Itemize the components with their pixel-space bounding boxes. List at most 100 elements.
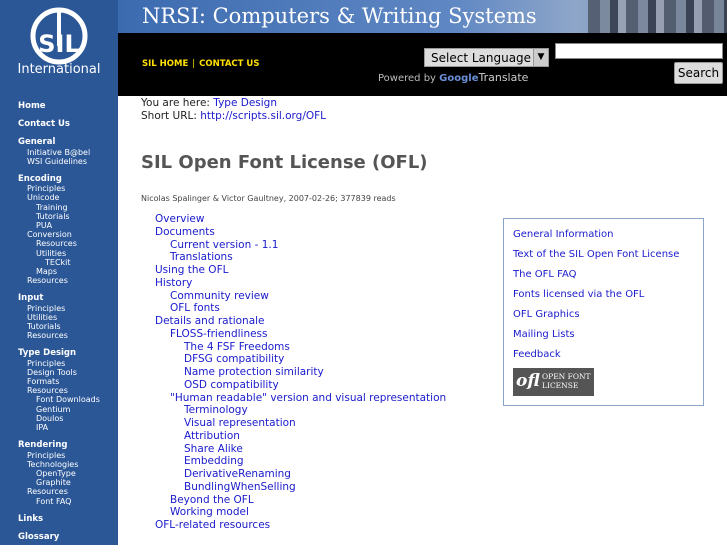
search-button[interactable]: Search xyxy=(674,62,723,84)
sidebar-item-formats[interactable]: Formats xyxy=(18,377,116,386)
language-select-value: Select Language xyxy=(431,51,532,65)
sil-home-link[interactable]: SIL HOME xyxy=(142,59,188,69)
sidebar-item-home[interactable]: Home xyxy=(18,101,116,111)
sidebar-item-unicode[interactable]: Unicode xyxy=(18,193,116,202)
toc-link[interactable]: Details and rationale xyxy=(155,315,446,328)
sidebar-item-opentype[interactable]: OpenType xyxy=(18,469,116,478)
search-input[interactable] xyxy=(555,43,723,59)
sidebar-item-principles[interactable]: Principles xyxy=(18,304,116,313)
ofl-badge[interactable]: ofl OPEN FONT LICENSE xyxy=(513,368,594,396)
logo-text: International xyxy=(17,62,101,77)
sidebar-item-encoding[interactable]: Encoding xyxy=(18,174,116,184)
sidebar-item-wsi-guidelines[interactable]: WSI Guidelines xyxy=(18,157,116,166)
sidebar-item-initiative-b-bel[interactable]: Initiative B@bel xyxy=(18,148,116,157)
toc-link[interactable]: Beyond the OFL xyxy=(155,494,446,507)
toc-link[interactable]: DerivativeRenaming xyxy=(155,468,446,481)
logo-letters: SIL xyxy=(38,30,80,58)
powered-by-google: Powered by GoogleTranslate xyxy=(378,71,528,84)
sidebar-item-pua[interactable]: PUA xyxy=(18,221,116,230)
sidebar-item-resources[interactable]: Resources xyxy=(18,331,116,340)
sidebar-item-resources[interactable]: Resources xyxy=(18,386,116,395)
toc-link[interactable]: Working model xyxy=(155,506,446,519)
sidebar-item-principles[interactable]: Principles xyxy=(18,359,116,368)
sidebar-item-training[interactable]: Training xyxy=(18,203,116,212)
toc-link[interactable]: Share Alike xyxy=(155,443,446,456)
breadcrumb: You are here: Type Design Short URL: htt… xyxy=(141,97,326,123)
rightbox-link[interactable]: Mailing Lists xyxy=(513,329,575,340)
sidebar-item-links[interactable]: Links xyxy=(18,514,116,524)
toc-link[interactable]: Translations xyxy=(155,251,446,264)
sidebar-item-general[interactable]: General xyxy=(18,138,116,147)
header-banner: NRSI: Computers & Writing Systems xyxy=(118,0,727,33)
rightbox-link[interactable]: The OFL FAQ xyxy=(513,269,577,280)
sidebar-item-ipa[interactable]: IPA xyxy=(18,423,116,432)
toc-link[interactable]: Current version - 1.1 xyxy=(155,239,446,252)
sidebar-item-utilities[interactable]: Utilities xyxy=(18,249,116,258)
sidebar-item-principles[interactable]: Principles xyxy=(18,184,116,193)
toc-link[interactable]: Name protection similarity xyxy=(155,366,446,379)
sidebar-item-contact-us[interactable]: Contact Us xyxy=(18,119,116,129)
chevron-down-icon[interactable]: ▼ xyxy=(533,49,548,66)
powered-by-label: Powered by xyxy=(378,73,436,84)
toc-link[interactable]: OFL-related resources xyxy=(155,519,446,532)
rightbox-link[interactable]: Fonts licensed via the OFL xyxy=(513,289,644,300)
sidebar-item-glossary[interactable]: Glossary xyxy=(18,532,116,542)
toc-link[interactable]: Embedding xyxy=(155,455,446,468)
ofl-badge-line2: LICENSE xyxy=(542,381,579,390)
site-title: NRSI: Computers & Writing Systems xyxy=(142,4,537,28)
top-bar: SIL HOME | CONTACT US Select Language ▼ Po… xyxy=(118,33,727,96)
rightbox-link[interactable]: Feedback xyxy=(513,349,561,360)
sidebar-item-graphite[interactable]: Graphite xyxy=(18,478,116,487)
sidebar-item-font-downloads[interactable]: Font Downloads xyxy=(18,395,116,404)
sidebar-item-resources[interactable]: Resources xyxy=(18,239,116,248)
short-url-link[interactable]: http://scripts.sil.org/OFL xyxy=(200,110,326,122)
toc-link[interactable]: DFSG compatibility xyxy=(155,353,446,366)
top-links: SIL HOME | CONTACT US xyxy=(142,59,260,69)
sidebar-item-font-faq[interactable]: Font FAQ xyxy=(18,497,116,506)
toc-link[interactable]: OSD compatibility xyxy=(155,379,446,392)
ofl-logo-mark: ofl xyxy=(516,371,540,391)
toc-link[interactable]: Attribution xyxy=(155,430,446,443)
language-select[interactable]: Select Language ▼ xyxy=(424,48,549,67)
sidebar-item-doulos[interactable]: Doulos xyxy=(18,414,116,423)
breadcrumb-prefix: You are here: xyxy=(141,97,210,109)
sidebar-item-gentium[interactable]: Gentium xyxy=(18,405,116,414)
toc-link[interactable]: FLOSS-friendliness xyxy=(155,328,446,341)
sidebar-item-resources[interactable]: Resources xyxy=(18,276,116,285)
rightbox-link[interactable]: General Information xyxy=(513,229,613,240)
rightbox-link[interactable]: OFL Graphics xyxy=(513,309,580,320)
toc-link[interactable]: History xyxy=(155,277,446,290)
sidebar-item-technologies[interactable]: Technologies xyxy=(18,460,116,469)
rightbox-link[interactable]: Text of the SIL Open Font License xyxy=(513,249,679,260)
toc-link[interactable]: Overview xyxy=(155,213,446,226)
ofl-badge-text: OPEN FONT LICENSE xyxy=(542,372,591,390)
toc-link[interactable]: BundlingWhenSelling xyxy=(155,481,446,494)
sidebar-item-resources[interactable]: Resources xyxy=(18,487,116,496)
sidebar-nav: Home Contact Us General Initiative B@bel WSI… xyxy=(18,101,116,542)
google-logo-text: Google xyxy=(439,73,479,84)
toc-link[interactable]: Using the OFL xyxy=(155,264,446,277)
sidebar-item-tutorials[interactable]: Tutorials xyxy=(18,212,116,221)
contact-us-link[interactable]: CONTACT US xyxy=(199,59,259,69)
toc-link[interactable]: Documents xyxy=(155,226,446,239)
sidebar-item-rendering[interactable]: Rendering xyxy=(18,441,116,450)
sidebar-item-input[interactable]: Input xyxy=(18,294,116,303)
ofl-badge-line1: OPEN FONT xyxy=(542,372,591,381)
sidebar-item-maps[interactable]: Maps xyxy=(18,267,116,276)
toc-link[interactable]: "Human readable" version and visual repr… xyxy=(155,392,446,405)
sidebar-item-teckit[interactable]: TECkit xyxy=(18,258,116,267)
sidebar-item-principles[interactable]: Principles xyxy=(18,451,116,460)
toc-link[interactable]: Visual representation xyxy=(155,417,446,430)
toc-link[interactable]: OFL fonts xyxy=(155,302,446,315)
sidebar-item-conversion[interactable]: Conversion xyxy=(18,230,116,239)
sidebar-item-design-tools[interactable]: Design Tools xyxy=(18,368,116,377)
toc-link[interactable]: Community review xyxy=(155,290,446,303)
banner-photo-strip xyxy=(588,0,727,33)
sidebar-item-utilities[interactable]: Utilities xyxy=(18,313,116,322)
toc-link[interactable]: Terminology xyxy=(155,404,446,417)
toc-link[interactable]: The 4 FSF Freedoms xyxy=(155,341,446,354)
sidebar-item-tutorials[interactable]: Tutorials xyxy=(18,322,116,331)
byline: Nicolas Spalinger & Victor Gaultney, 200… xyxy=(141,194,396,203)
breadcrumb-link-type-design[interactable]: Type Design xyxy=(213,97,277,109)
sidebar-item-type-design[interactable]: Type Design xyxy=(18,349,116,358)
